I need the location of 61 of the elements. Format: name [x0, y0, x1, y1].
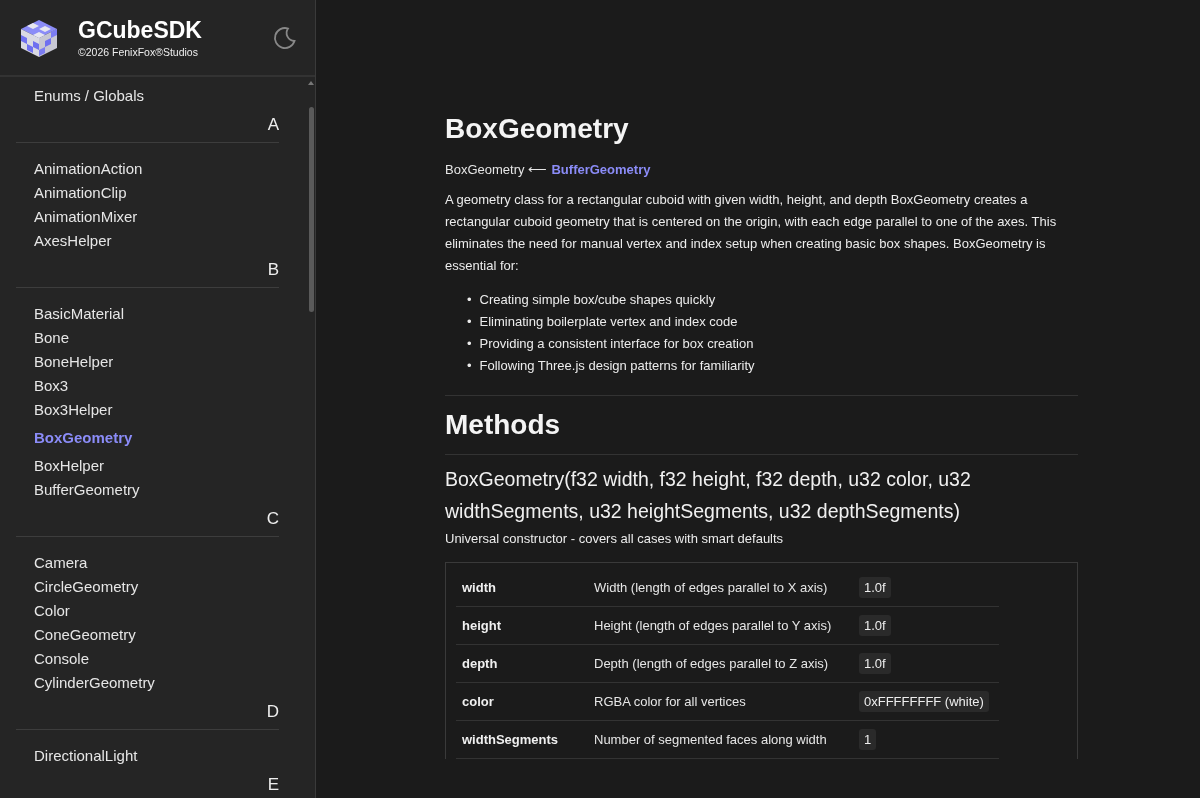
sidebar-link[interactable]: BoxGeometry: [34, 426, 133, 450]
param-name: depth: [462, 656, 499, 671]
method-signature: BoxGeometry(f32 width, f32 height, f32 depth, u32 color, u32 widthSegments, u32 heightSegments, u32 depthSegments): [445, 467, 972, 524]
param-description: Height (length of edges parallel to Y axis): [594, 618, 833, 633]
bullet-item: Providing a consistent interface for box creation: [479, 335, 754, 353]
parent-class-link[interactable]: BufferGeometry: [551, 162, 651, 177]
bullet-marker: •: [467, 357, 472, 375]
sidebar-link[interactable]: Box3: [34, 374, 69, 398]
bullet-item: Eliminating boilerplate vertex and index code: [479, 313, 738, 331]
sidebar-link[interactable]: BoneHelper: [34, 350, 114, 374]
copyright-text: ©2026 FenixFox®Studios: [78, 46, 198, 58]
default-value: 1.0f: [859, 577, 891, 598]
bullet-marker: •: [467, 313, 472, 331]
param-name: height: [462, 618, 502, 633]
sidebar-link[interactable]: BasicMaterial: [34, 302, 125, 326]
sidebar-link[interactable]: Bone: [34, 326, 70, 350]
inheritance-arrow: ⟵: [528, 162, 548, 177]
sidebar-link[interactable]: Camera: [34, 551, 88, 575]
default-value: 0xFFFFFFFF (white): [859, 691, 989, 712]
method-summary: Universal constructor - covers all cases with smart defaults: [445, 531, 785, 546]
class-name: BoxGeometry: [445, 162, 525, 177]
sidebar-link[interactable]: CylinderGeometry: [34, 671, 155, 695]
section-heading: Methods: [445, 408, 562, 442]
sidebar-link[interactable]: AnimationMixer: [34, 205, 138, 229]
sidebar-link[interactable]: CircleGeometry: [34, 575, 139, 599]
default-value: 1.0f: [859, 615, 891, 636]
section-letter: A: [267, 114, 279, 136]
section-letter: B: [267, 259, 279, 281]
bullet-item: Following Three.js design patterns for familiarity: [479, 357, 755, 375]
logo-title: GCubeSDK: [78, 17, 202, 44]
param-name: width: [462, 580, 497, 595]
bullet-marker: •: [467, 291, 472, 309]
section-letter: E: [267, 774, 279, 796]
bullet-item: Creating simple box/cube shapes quickly: [479, 291, 716, 309]
sidebar-link[interactable]: Box3Helper: [34, 398, 113, 422]
param-description: Number of segmented faces along width: [594, 732, 828, 747]
sidebar-link[interactable]: Console: [34, 647, 90, 671]
moon-icon[interactable]: [271, 24, 297, 51]
sidebar-link[interactable]: AnimationAction: [34, 157, 143, 181]
sidebar-link[interactable]: AnimationClip: [34, 181, 127, 205]
sidebar-link[interactable]: Color: [34, 599, 70, 623]
bullet-marker: •: [467, 335, 472, 353]
sidebar-link[interactable]: Enums / Globals: [34, 84, 145, 108]
default-value: 1: [859, 729, 877, 750]
scroll-up-icon[interactable]: [308, 81, 314, 85]
sidebar-link[interactable]: AxesHelper: [34, 229, 112, 253]
sidebar-link[interactable]: BufferGeometry: [34, 478, 140, 502]
sidebar-link[interactable]: ConeGeometry: [34, 623, 136, 647]
description-paragraph: A geometry class for a rectangular cuboid with given width, height, and depth BoxGeometry creates a rectangular cuboid geometry that is centered on the origin, with each edge parallel to one of the axes. This eliminates the need for manual vertex and index setup when creating basic box shapes. BoxGeometry is essential for:: [445, 191, 1058, 275]
param-description: RGBA color for all vertices: [594, 694, 747, 709]
sidebar-link[interactable]: DirectionalLight: [34, 744, 138, 768]
section-letter: D: [266, 701, 279, 723]
sidebar-link[interactable]: BoxHelper: [34, 454, 105, 478]
page-title: BoxGeometry: [445, 112, 630, 146]
param-description: Depth (length of edges parallel to Z axis): [594, 656, 830, 671]
param-description: Width (length of edges parallel to X axis): [594, 580, 829, 595]
default-value: 1.0f: [859, 653, 891, 674]
param-name: color: [462, 694, 495, 709]
param-name: widthSegments: [462, 732, 560, 747]
section-letter: C: [266, 508, 279, 530]
scrollbar-thumb[interactable]: [308, 107, 314, 312]
